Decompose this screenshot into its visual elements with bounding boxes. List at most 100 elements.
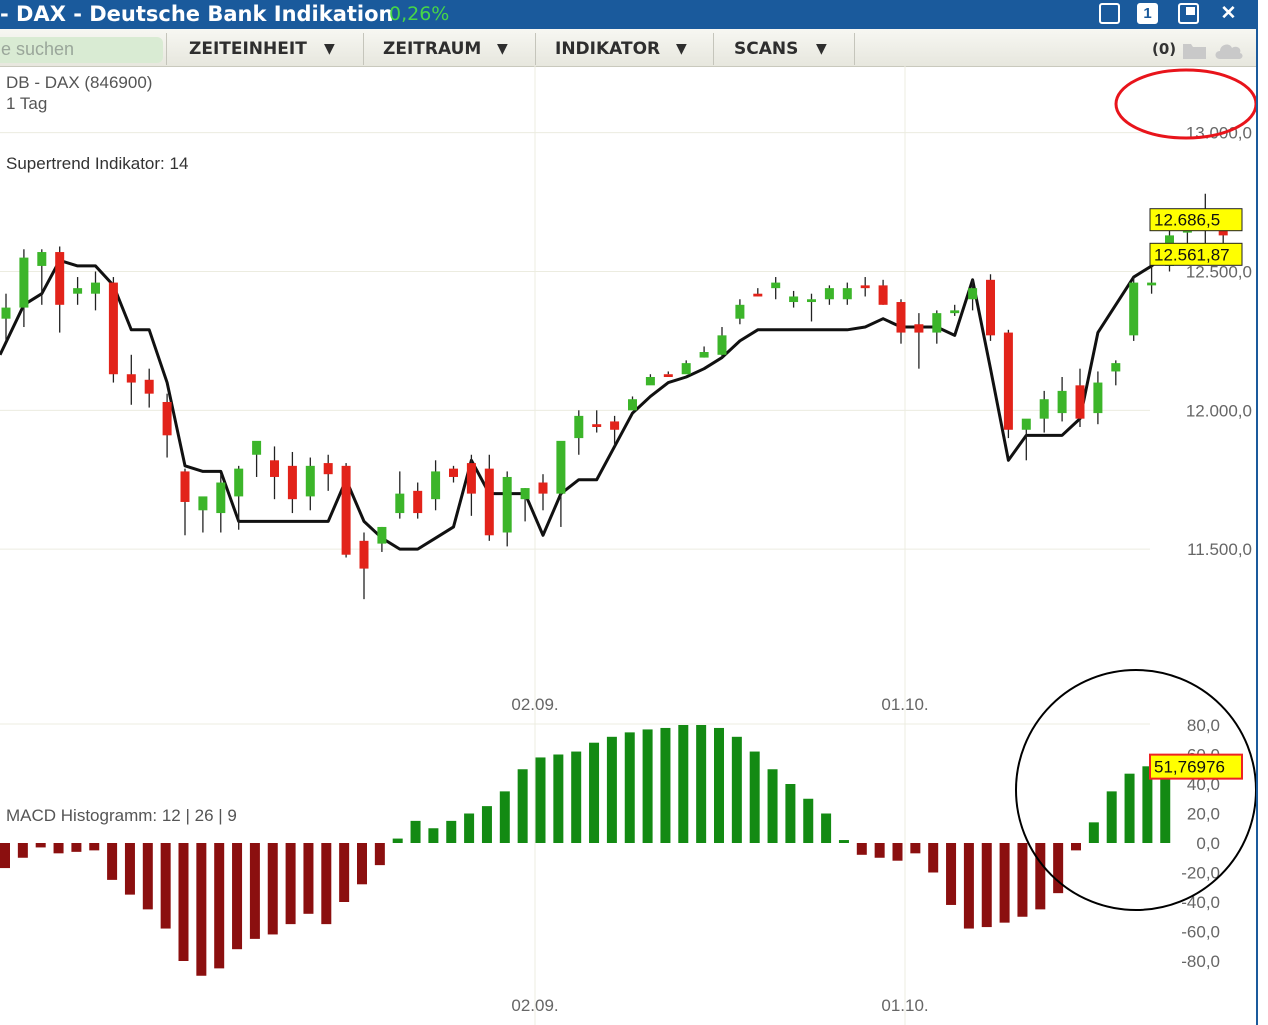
macd-bar [357, 843, 367, 885]
candle [932, 310, 942, 344]
candle [1039, 390, 1049, 433]
candle [198, 496, 208, 533]
candle [180, 468, 190, 536]
menu-divider [854, 33, 856, 65]
macd-bar [267, 843, 278, 935]
candle [896, 299, 906, 344]
candle [377, 526, 387, 552]
price-tick-label: 12.000,0 [1186, 401, 1252, 420]
menu-scans[interactable]: SCANS ▼ [713, 33, 854, 65]
window-title-bar: - DAX - Deutsche Bank Indikation 0,26% 1… [0, 0, 1256, 29]
macd-bar [196, 843, 207, 976]
search-input[interactable]: e suchen [0, 37, 163, 63]
cloud-icon[interactable] [1214, 39, 1244, 61]
chart-title: DB - DAX (846900) [6, 73, 152, 92]
candles-layer [1, 193, 1228, 600]
menu-label: SCANS [734, 39, 799, 59]
candle [1147, 265, 1157, 294]
macd-bar [981, 843, 992, 928]
candle [771, 277, 781, 300]
candle [108, 277, 118, 383]
macd-bar [392, 838, 403, 843]
chevron-down-icon: ▼ [497, 41, 508, 57]
candle [216, 474, 226, 533]
macd-bar [142, 843, 153, 910]
macd-tick-label: 0,0 [1196, 834, 1220, 853]
window-title: - DAX - Deutsche Bank Indikation [0, 2, 394, 26]
candle [395, 471, 405, 519]
candle [252, 440, 262, 477]
macd-bar [553, 754, 564, 843]
candle [19, 249, 29, 328]
date-tick-label: 01.10. [881, 996, 928, 1015]
macd-bar [571, 751, 582, 843]
candle [681, 360, 691, 375]
macd-bar [464, 813, 475, 843]
chevron-down-icon: ▼ [676, 41, 687, 57]
macd-bar [1035, 843, 1046, 910]
last-price-label: 12.686,5 [1149, 208, 1243, 232]
candle [270, 446, 279, 500]
toolbar: e suchen ZEITEINHEIT ▼ ZEITRAUM ▼ INDIKA… [0, 29, 1256, 67]
close-button[interactable]: ✕ [1218, 3, 1239, 24]
menu-indikator[interactable]: INDIKATOR ▼ [535, 33, 713, 65]
macd-bar [446, 820, 457, 843]
macd-bar [892, 843, 903, 861]
macd-histogram [0, 725, 1171, 976]
candle [449, 465, 458, 483]
macd-bar [374, 843, 385, 866]
candle [699, 346, 709, 358]
macd-bar [303, 843, 314, 914]
menu-label: INDIKATOR [555, 39, 661, 59]
price-tick-label: 11.500,0 [1187, 540, 1252, 559]
folder-icon[interactable] [1182, 40, 1208, 60]
macd-bar [856, 843, 867, 855]
svg-text:12.686,5: 12.686,5 [1154, 211, 1220, 230]
macd-tick-label: -60,0 [1181, 923, 1220, 942]
macd-bar [642, 729, 653, 843]
restore-button[interactable] [1178, 3, 1199, 24]
macd-bar [321, 843, 332, 925]
index-change: 0,26% [389, 3, 450, 25]
chart-area[interactable]: 13.000,012.500,012.000,011.500,002.09.02… [0, 66, 1256, 1025]
macd-bar [499, 791, 510, 843]
macd-bar [678, 725, 689, 843]
macd-tick-label: 80,0 [1187, 716, 1220, 735]
macd-bar [1124, 773, 1135, 843]
macd-bar [767, 769, 778, 843]
macd-bar [714, 727, 724, 843]
macd-bar [71, 843, 82, 852]
macd-bar [410, 820, 421, 843]
chevron-down-icon: ▼ [816, 41, 827, 57]
menu-zeiteinheit[interactable]: ZEITEINHEIT ▼ [166, 33, 363, 65]
macd-label: MACD Histogramm: 12 | 26 | 9 [6, 806, 237, 825]
macd-bar [660, 727, 671, 843]
macd-tick-label: -20,0 [1181, 864, 1220, 883]
axis-labels: 13.000,012.500,012.000,011.500,002.09.02… [511, 124, 1252, 1015]
candle [91, 271, 100, 311]
minimize-button[interactable] [1099, 3, 1120, 24]
candle [950, 304, 960, 316]
macd-bar [124, 843, 135, 895]
candle [574, 410, 584, 455]
candle [341, 463, 351, 558]
workspace-one-button[interactable]: 1 [1137, 3, 1158, 24]
macd-bar [731, 736, 742, 843]
macd-bar [232, 843, 243, 950]
macd-bar [624, 732, 635, 843]
macd-bar [1053, 843, 1064, 894]
macd-bar [1017, 843, 1028, 917]
macd-bar [53, 843, 64, 854]
candle [914, 313, 924, 369]
macd-bar [17, 843, 28, 858]
macd-bar [1071, 843, 1081, 851]
candle [824, 285, 834, 305]
candle [484, 454, 494, 541]
candle [466, 454, 476, 516]
macd-last-value-label: 51,76976 [1149, 753, 1243, 780]
macd-bar [785, 784, 796, 843]
macd-bar [107, 843, 118, 880]
macd-bar [1088, 822, 1099, 843]
candle [144, 368, 154, 408]
menu-zeitraum[interactable]: ZEITRAUM ▼ [363, 33, 535, 65]
